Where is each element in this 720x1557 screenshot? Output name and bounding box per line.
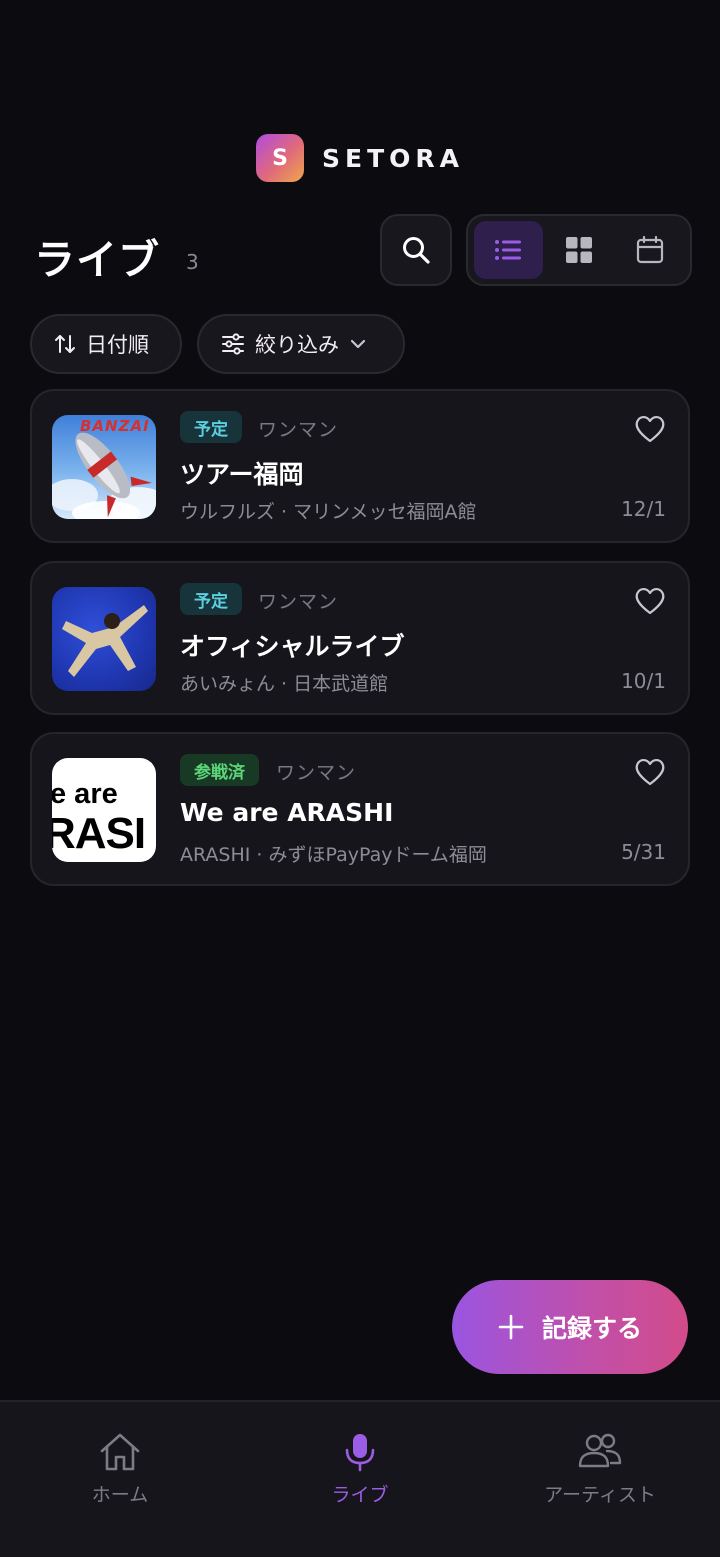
heart-icon[interactable] — [634, 756, 666, 788]
record-label: 記録する — [541, 1314, 642, 1343]
people-icon — [578, 1433, 622, 1468]
live-title: ツアー福岡 — [180, 460, 304, 489]
live-thumbnail — [52, 587, 156, 691]
nav-label: ホーム — [91, 1484, 149, 1506]
live-title: We are ARASHI — [180, 798, 394, 827]
nav-item-home[interactable]: ホーム — [20, 1432, 220, 1507]
app-name: SETORA — [322, 143, 464, 173]
grid-icon — [566, 237, 592, 263]
thumb-artwork-text: RASI — [52, 809, 146, 858]
heart-icon[interactable] — [634, 585, 666, 617]
live-subtitle: ARASHI · みずほPayPayドーム福岡 — [180, 844, 487, 866]
calendar-icon — [636, 236, 663, 264]
nav-label: ライブ — [331, 1484, 389, 1506]
grid-view-button[interactable] — [545, 221, 614, 279]
app-logo: S SETORA — [0, 134, 720, 182]
status-badge: 予定 — [180, 411, 242, 443]
page-title: ライブ — [34, 236, 160, 284]
sort-button[interactable]: 日付順 — [30, 314, 182, 374]
search-icon — [403, 237, 430, 264]
sort-label: 日付順 — [86, 333, 149, 357]
filter-label: 絞り込み — [255, 333, 339, 357]
thumb-artwork-text: BANZAI — [80, 417, 150, 435]
title-row: ライブ 3 — [32, 214, 692, 286]
live-subtitle: あいみょん · 日本武道館 — [180, 673, 389, 695]
search-button[interactable] — [380, 214, 452, 286]
view-toggle — [466, 214, 692, 286]
plus-icon — [498, 1314, 524, 1340]
filter-button[interactable]: 絞り込み — [197, 314, 405, 374]
live-thumbnail: e are RASI — [52, 758, 156, 862]
thumb-artwork-text: e are — [52, 778, 118, 810]
live-type: ワンマン — [258, 419, 339, 441]
status-badge: 参戦済 — [180, 754, 259, 786]
nav-item-artist[interactable]: アーティスト — [500, 1432, 700, 1507]
nav-label: アーティスト — [544, 1484, 656, 1506]
heart-icon[interactable] — [634, 413, 666, 445]
live-type: ワンマン — [258, 591, 339, 613]
live-date: 5/31 — [621, 840, 666, 864]
status-badge: 予定 — [180, 583, 242, 615]
record-button[interactable]: 記録する — [452, 1280, 688, 1374]
list-icon — [495, 240, 522, 260]
live-subtitle: ウルフルズ · マリンメッセ福岡A館 — [180, 501, 477, 523]
live-thumbnail: BANZAI — [52, 415, 156, 519]
home-icon — [100, 1433, 140, 1471]
live-type: ワンマン — [276, 762, 357, 784]
live-date: 10/1 — [621, 669, 666, 693]
live-date: 12/1 — [621, 497, 666, 521]
live-count: 3 — [186, 250, 199, 274]
list-view-button[interactable] — [474, 221, 543, 279]
live-card[interactable]: e are RASI 参戦済 ワンマン We are ARASHI ARASHI… — [30, 732, 690, 886]
person-artwork — [62, 605, 148, 677]
filter-icon — [222, 333, 244, 355]
sort-icon — [55, 335, 75, 353]
chevron-down-icon — [350, 339, 366, 349]
live-title: オフィシャルライブ — [180, 632, 405, 661]
live-card[interactable]: BANZAI 予定 ワンマン ツアー福岡 ウルフルズ · マリンメッセ福岡A館 … — [30, 389, 690, 543]
live-card[interactable]: 予定 ワンマン オフィシャルライブ あいみょん · 日本武道館 10/1 — [30, 561, 690, 715]
nav-item-live[interactable]: ライブ — [260, 1432, 460, 1507]
calendar-view-button[interactable] — [615, 221, 684, 279]
microphone-icon — [345, 1434, 375, 1472]
bottom-nav: ホーム ライブ アーティスト — [0, 1400, 720, 1557]
logo-mark: S — [256, 134, 304, 182]
